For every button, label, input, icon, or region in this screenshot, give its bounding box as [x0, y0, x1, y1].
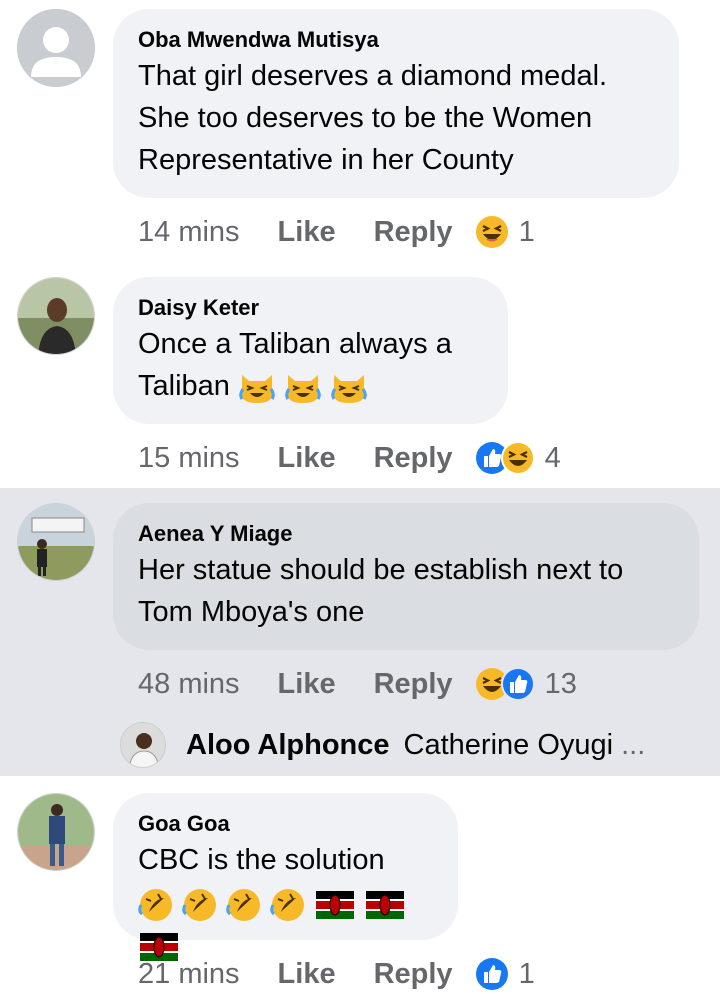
timestamp[interactable]: 48 mins — [138, 668, 240, 701]
comment-meta: 21 mins Like Reply 1 — [138, 954, 535, 994]
kenya-flag-icon — [366, 891, 405, 920]
reaction-count: 1 — [518, 957, 535, 990]
haha-reaction-icon — [500, 441, 535, 475]
like-reaction-icon — [475, 958, 508, 990]
avatar-default[interactable] — [17, 9, 95, 87]
reactions[interactable] — [475, 215, 509, 249]
kenya-flag-icon — [316, 891, 355, 920]
comment-1: Oba Mwendwa Mutisya That girl deserves a… — [0, 0, 720, 268]
reactions[interactable] — [475, 957, 509, 991]
crying-cat-emoji-group — [230, 370, 368, 404]
timestamp[interactable]: 21 mins — [138, 958, 240, 991]
rofl-emoji-icon — [226, 889, 261, 922]
comment-text: CBC is the solution — [138, 839, 432, 967]
reply-more[interactable]: ... — [621, 729, 645, 762]
like-reaction-icon — [500, 667, 535, 701]
reaction-count: 4 — [544, 441, 561, 474]
user-silhouette-icon — [17, 9, 95, 87]
comment-bubble: Aenea Y Miage Her statue should be estab… — [113, 503, 699, 650]
comment-line: Representative in her County — [138, 144, 514, 176]
comment-line: CBC is the solution — [138, 844, 385, 876]
avatar-photo[interactable] — [17, 793, 95, 871]
profile-photo-icon — [18, 794, 94, 870]
comment-line-text: Taliban — [138, 370, 230, 402]
avatar-photo[interactable] — [17, 277, 95, 355]
rofl-emoji-icon — [270, 889, 305, 922]
comment-3: Aenea Y Miage Her statue should be estab… — [0, 488, 720, 776]
reactions[interactable] — [475, 667, 535, 701]
comment-line: Tom Mboya's one — [138, 596, 365, 628]
like-button[interactable]: Like — [278, 668, 336, 701]
comment-meta: 48 mins Like Reply 13 — [138, 664, 577, 704]
like-button[interactable]: Like — [278, 958, 336, 991]
rofl-emoji-icon — [182, 889, 217, 922]
comment-meta: 14 mins Like Reply 1 — [138, 212, 535, 252]
haha-reaction-icon — [475, 216, 508, 248]
crying-cat-emoji-icon — [239, 375, 275, 404]
comment-line: That girl deserves a diamond medal. — [138, 60, 608, 92]
comment-line: Her statue should be establish next to — [138, 554, 624, 586]
profile-photo-icon — [121, 723, 165, 767]
comment-4: Goa Goa CBC is the solution 21 mins Like… — [0, 776, 720, 990]
comment-bubble: Daisy Keter Once a Taliban always a Tali… — [113, 277, 508, 424]
comment-2: Daisy Keter Once a Taliban always a Tali… — [0, 268, 720, 488]
comment-line: Once a Taliban always a — [138, 328, 452, 360]
comment-text: That girl deserves a diamond medal. She … — [138, 55, 653, 181]
like-button[interactable]: Like — [278, 442, 336, 475]
reply-button[interactable]: Reply — [374, 442, 453, 475]
reaction-count: 13 — [544, 667, 577, 700]
timestamp[interactable]: 15 mins — [138, 442, 240, 475]
comment-text: Her statue should be establish next to T… — [138, 549, 673, 633]
reaction-count: 1 — [518, 215, 535, 248]
reactions[interactable] — [475, 441, 535, 475]
reply-button[interactable]: Reply — [374, 668, 453, 701]
timestamp[interactable]: 14 mins — [138, 216, 240, 249]
reply-text: Catherine Oyugi — [403, 728, 614, 761]
crying-cat-emoji-icon — [331, 375, 367, 404]
commenter-name[interactable]: Oba Mwendwa Mutisya — [138, 27, 653, 53]
comment-bubble: Oba Mwendwa Mutisya That girl deserves a… — [113, 9, 679, 198]
commenter-name[interactable]: Goa Goa — [138, 811, 432, 837]
comment-line: She too deserves to be the Women — [138, 102, 593, 134]
reply-author-name[interactable]: Aloo Alphonce — [186, 729, 390, 762]
rofl-emoji-icon — [138, 889, 172, 922]
crying-cat-emoji-icon — [285, 375, 321, 404]
like-button[interactable]: Like — [278, 216, 336, 249]
commenter-name[interactable]: Daisy Keter — [138, 295, 482, 321]
reply-preview[interactable]: Aloo Alphonce Catherine Oyugi ... — [120, 720, 645, 770]
comment-text: Once a Taliban always a Taliban — [138, 323, 482, 407]
comment-meta: 15 mins Like Reply 4 — [138, 438, 561, 478]
profile-photo-icon — [18, 278, 94, 354]
comment-line: Taliban — [138, 365, 482, 407]
profile-photo-icon — [18, 504, 94, 580]
avatar-photo[interactable] — [17, 503, 95, 581]
commenter-name[interactable]: Aenea Y Miage — [138, 521, 673, 547]
reply-button[interactable]: Reply — [374, 958, 453, 991]
reply-avatar[interactable] — [120, 722, 166, 768]
reply-button[interactable]: Reply — [374, 216, 453, 249]
comment-bubble: Goa Goa CBC is the solution — [113, 793, 458, 962]
